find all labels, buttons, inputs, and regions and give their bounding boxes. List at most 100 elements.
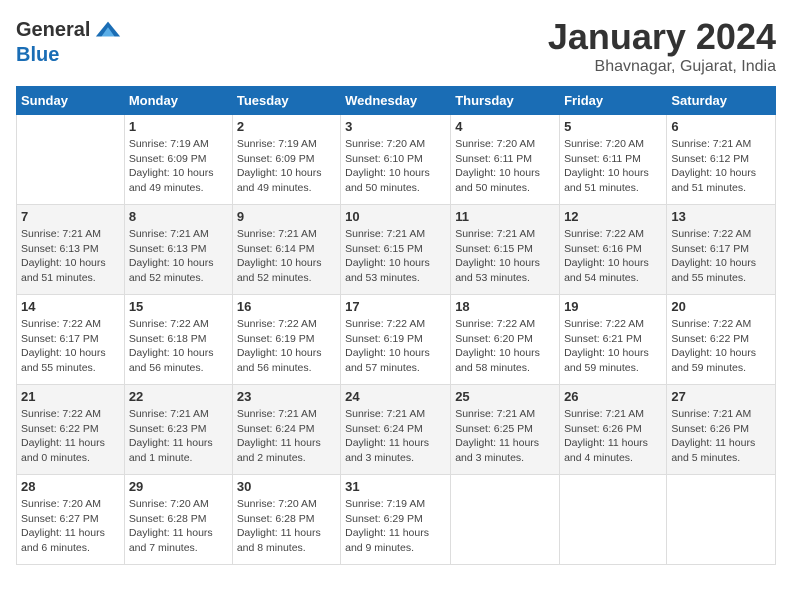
day-info: Sunrise: 7:20 AMSunset: 6:27 PMDaylight:…	[21, 498, 105, 554]
calendar-cell: 7 Sunrise: 7:21 AMSunset: 6:13 PMDaylight…	[17, 205, 125, 295]
logo-blue-text: Blue	[16, 44, 59, 67]
day-info: Sunrise: 7:22 AMSunset: 6:21 PMDaylight:…	[564, 318, 649, 374]
day-number: 30	[237, 479, 336, 494]
calendar-cell: 5 Sunrise: 7:20 AMSunset: 6:11 PMDaylight…	[560, 115, 667, 205]
calendar-week-row: 21 Sunrise: 7:22 AMSunset: 6:22 PMDayligh…	[17, 385, 776, 475]
calendar-cell: 26Sunrise: 7:21 AMSunset: 6:26 PMDayligh…	[560, 385, 667, 475]
day-number: 21	[21, 389, 120, 404]
calendar-header-monday: Monday	[124, 87, 232, 115]
day-number: 29	[129, 479, 228, 494]
day-info: Sunrise: 7:21 AMSunset: 6:13 PMDaylight:…	[21, 228, 106, 284]
day-number: 1	[129, 119, 228, 134]
day-number: 28	[21, 479, 120, 494]
day-number: 14	[21, 299, 120, 314]
day-number: 7	[21, 209, 120, 224]
calendar-cell: 16 Sunrise: 7:22 AMSunset: 6:19 PMDayligh…	[232, 295, 340, 385]
logo-general-text: General	[16, 19, 90, 42]
calendar-cell: 29Sunrise: 7:20 AMSunset: 6:28 PMDayligh…	[124, 475, 232, 565]
day-number: 11	[455, 209, 555, 224]
day-info: Sunrise: 7:21 AMSunset: 6:23 PMDaylight:…	[129, 408, 213, 464]
title-section: January 2024 Bhavnagar, Gujarat, India	[548, 16, 776, 76]
day-number: 16	[237, 299, 336, 314]
day-info: Sunrise: 7:20 AMSunset: 6:11 PMDaylight:…	[564, 138, 649, 194]
day-number: 4	[455, 119, 555, 134]
calendar-cell: 9 Sunrise: 7:21 AMSunset: 6:14 PMDaylight…	[232, 205, 340, 295]
day-number: 12	[564, 209, 662, 224]
calendar-cell: 20 Sunrise: 7:22 AMSunset: 6:22 PMDayligh…	[667, 295, 776, 385]
day-info: Sunrise: 7:21 AMSunset: 6:25 PMDaylight:…	[455, 408, 539, 464]
day-info: Sunrise: 7:21 AMSunset: 6:14 PMDaylight:…	[237, 228, 322, 284]
calendar-cell	[17, 115, 125, 205]
day-number: 23	[237, 389, 336, 404]
calendar-week-row: 28 Sunrise: 7:20 AMSunset: 6:27 PMDayligh…	[17, 475, 776, 565]
day-number: 18	[455, 299, 555, 314]
day-info: Sunrise: 7:22 AMSunset: 6:20 PMDaylight:…	[455, 318, 540, 374]
day-number: 27	[671, 389, 771, 404]
day-number: 9	[237, 209, 336, 224]
day-info: Sunrise: 7:19 AMSunset: 6:09 PMDaylight:…	[237, 138, 322, 194]
day-number: 25	[455, 389, 555, 404]
day-info: Sunrise: 7:22 AMSunset: 6:22 PMDaylight:…	[671, 318, 756, 374]
day-info: Sunrise: 7:20 AMSunset: 6:28 PMDaylight:…	[237, 498, 321, 554]
calendar-header-wednesday: Wednesday	[341, 87, 451, 115]
calendar-cell: 13Sunrise: 7:22 AMSunset: 6:17 PMDayligh…	[667, 205, 776, 295]
header: General Blue January 2024 Bhavnagar, Guj…	[16, 16, 776, 76]
day-number: 8	[129, 209, 228, 224]
calendar-cell: 10 Sunrise: 7:21 AMSunset: 6:15 PMDayligh…	[341, 205, 451, 295]
logo-icon	[94, 16, 122, 44]
logo: General Blue	[16, 16, 122, 67]
calendar-week-row: 1 Sunrise: 7:19 AMSunset: 6:09 PMDaylight…	[17, 115, 776, 205]
calendar-cell: 22 Sunrise: 7:21 AMSunset: 6:23 PMDayligh…	[124, 385, 232, 475]
day-number: 15	[129, 299, 228, 314]
calendar-cell: 8 Sunrise: 7:21 AMSunset: 6:13 PMDaylight…	[124, 205, 232, 295]
day-number: 10	[345, 209, 446, 224]
day-info: Sunrise: 7:19 AMSunset: 6:29 PMDaylight:…	[345, 498, 429, 554]
day-info: Sunrise: 7:22 AMSunset: 6:19 PMDaylight:…	[237, 318, 322, 374]
calendar-cell: 18 Sunrise: 7:22 AMSunset: 6:20 PMDayligh…	[451, 295, 560, 385]
day-info: Sunrise: 7:22 AMSunset: 6:22 PMDaylight:…	[21, 408, 105, 464]
day-info: Sunrise: 7:20 AMSunset: 6:11 PMDaylight:…	[455, 138, 540, 194]
day-info: Sunrise: 7:22 AMSunset: 6:19 PMDaylight:…	[345, 318, 430, 374]
calendar-header-thursday: Thursday	[451, 87, 560, 115]
day-number: 6	[671, 119, 771, 134]
calendar-cell: 2 Sunrise: 7:19 AMSunset: 6:09 PMDaylight…	[232, 115, 340, 205]
calendar-cell: 14 Sunrise: 7:22 AMSunset: 6:17 PMDayligh…	[17, 295, 125, 385]
day-info: Sunrise: 7:21 AMSunset: 6:24 PMDaylight:…	[345, 408, 429, 464]
calendar-header-row: SundayMondayTuesdayWednesdayThursdayFrid…	[17, 87, 776, 115]
day-info: Sunrise: 7:20 AMSunset: 6:10 PMDaylight:…	[345, 138, 430, 194]
calendar-cell	[451, 475, 560, 565]
day-number: 3	[345, 119, 446, 134]
calendar-cell: 1 Sunrise: 7:19 AMSunset: 6:09 PMDaylight…	[124, 115, 232, 205]
calendar-cell: 30 Sunrise: 7:20 AMSunset: 6:28 PMDayligh…	[232, 475, 340, 565]
day-number: 24	[345, 389, 446, 404]
day-info: Sunrise: 7:21 AMSunset: 6:26 PMDaylight:…	[671, 408, 755, 464]
day-number: 20	[671, 299, 771, 314]
day-number: 5	[564, 119, 662, 134]
day-info: Sunrise: 7:21 AMSunset: 6:15 PMDaylight:…	[345, 228, 430, 284]
calendar-cell: 11Sunrise: 7:21 AMSunset: 6:15 PMDayligh…	[451, 205, 560, 295]
day-info: Sunrise: 7:19 AMSunset: 6:09 PMDaylight:…	[129, 138, 214, 194]
calendar-cell	[560, 475, 667, 565]
day-info: Sunrise: 7:22 AMSunset: 6:16 PMDaylight:…	[564, 228, 649, 284]
calendar-cell	[667, 475, 776, 565]
subtitle: Bhavnagar, Gujarat, India	[548, 58, 776, 76]
calendar-cell: 23Sunrise: 7:21 AMSunset: 6:24 PMDayligh…	[232, 385, 340, 475]
day-info: Sunrise: 7:22 AMSunset: 6:17 PMDaylight:…	[21, 318, 106, 374]
calendar-header-sunday: Sunday	[17, 87, 125, 115]
day-number: 2	[237, 119, 336, 134]
calendar-cell: 21 Sunrise: 7:22 AMSunset: 6:22 PMDayligh…	[17, 385, 125, 475]
day-number: 13	[671, 209, 771, 224]
calendar-cell: 31Sunrise: 7:19 AMSunset: 6:29 PMDayligh…	[341, 475, 451, 565]
calendar-table: SundayMondayTuesdayWednesdayThursdayFrid…	[16, 86, 776, 565]
day-info: Sunrise: 7:22 AMSunset: 6:18 PMDaylight:…	[129, 318, 214, 374]
calendar-cell: 6Sunrise: 7:21 AMSunset: 6:12 PMDaylight…	[667, 115, 776, 205]
day-number: 22	[129, 389, 228, 404]
day-number: 17	[345, 299, 446, 314]
calendar-cell: 25 Sunrise: 7:21 AMSunset: 6:25 PMDayligh…	[451, 385, 560, 475]
calendar-cell: 15 Sunrise: 7:22 AMSunset: 6:18 PMDayligh…	[124, 295, 232, 385]
calendar-week-row: 7 Sunrise: 7:21 AMSunset: 6:13 PMDaylight…	[17, 205, 776, 295]
day-number: 26	[564, 389, 662, 404]
calendar-cell: 17 Sunrise: 7:22 AMSunset: 6:19 PMDayligh…	[341, 295, 451, 385]
day-number: 19	[564, 299, 662, 314]
day-info: Sunrise: 7:21 AMSunset: 6:13 PMDaylight:…	[129, 228, 214, 284]
